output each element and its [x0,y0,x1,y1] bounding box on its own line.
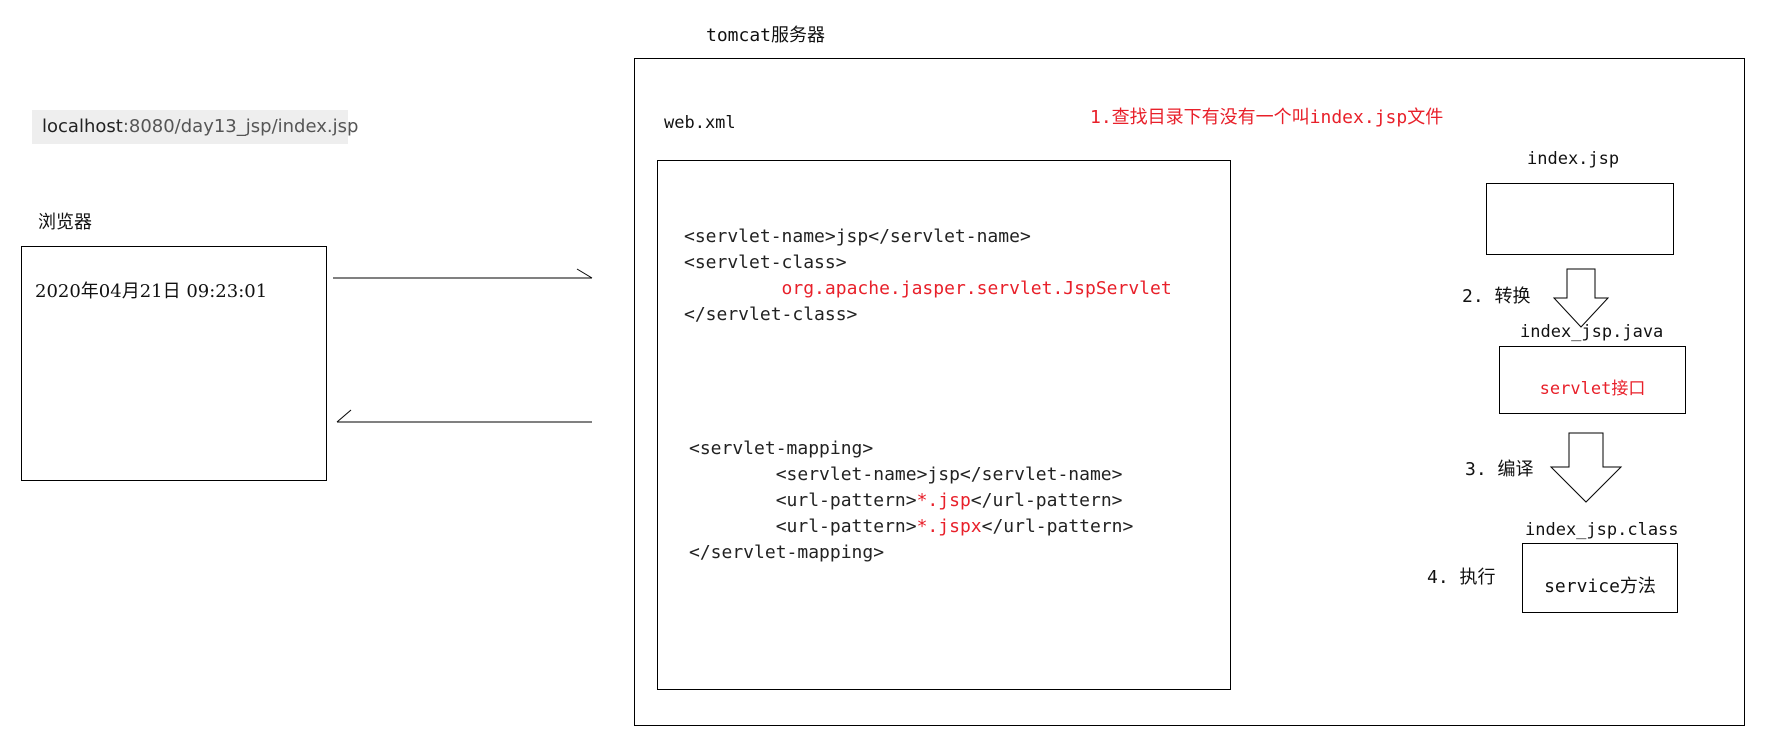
compile-arrow-icon [1549,432,1623,503]
request-arrow-head [576,268,593,279]
connector-lines [333,268,1623,503]
response-arrow-head [336,409,352,423]
convert-arrow-icon [1552,268,1610,328]
